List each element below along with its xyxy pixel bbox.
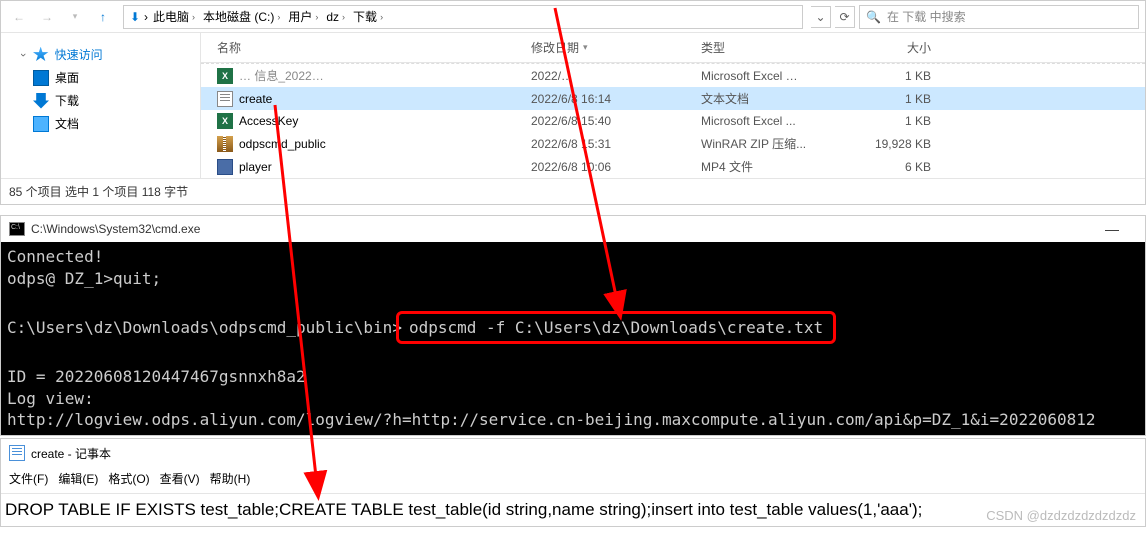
cmd-title-bar: C:\Windows\System32\cmd.exe —	[1, 216, 1145, 242]
file-size: 1 KB	[851, 69, 941, 83]
sidebar-downloads[interactable]: 下载	[1, 89, 200, 112]
file-row[interactable]: create 2022/6/8 16:14文本文档1 KB	[201, 87, 1145, 110]
cmd-text-before: Connected! odps@ DZ_1>quit;	[7, 247, 161, 288]
file-type: MP4 文件	[691, 158, 851, 175]
file-size: 1 KB	[851, 114, 941, 128]
menu-view[interactable]: 查看(V)	[160, 470, 200, 487]
cmd-title-text: C:\Windows\System32\cmd.exe	[31, 222, 200, 236]
file-list: 名称 修改日期 类型 大小 X… 信息_2022… 2022/…Microsof…	[201, 33, 1145, 178]
cmd-icon	[9, 222, 25, 236]
notepad-title-text: create - 记事本	[31, 445, 111, 462]
menu-help[interactable]: 帮助(H)	[210, 470, 251, 487]
file-type: 文本文档	[691, 90, 851, 107]
crumb-downloads[interactable]: 下载›	[350, 8, 386, 25]
zip-icon	[217, 136, 233, 152]
column-name[interactable]: 名称	[201, 33, 521, 62]
crumb-pc[interactable]: 此电脑›	[150, 8, 198, 25]
back-button[interactable]: ←	[7, 5, 31, 29]
file-size: 19,928 KB	[851, 137, 941, 151]
sidebar-quick-access[interactable]: 快速访问	[1, 43, 200, 66]
file-date: 2022/6/8 15:40	[521, 114, 691, 128]
highlighted-command: odpscmd -f C:\Users\dz\Downloads\create.…	[396, 311, 836, 345]
file-date: 2022/6/8 15:31	[521, 137, 691, 151]
menu-format[interactable]: 格式(O)	[108, 470, 149, 487]
notepad-menu: 文件(F) 编辑(E) 格式(O) 查看(V) 帮助(H)	[1, 468, 1145, 493]
document-icon	[33, 116, 49, 132]
refresh-button[interactable]: ⟳	[835, 6, 855, 28]
cmd-text-after: ID = 20220608120447467gsnnxh8a2 Log view…	[7, 367, 1096, 429]
file-date: 2022/6/8 16:14	[521, 92, 691, 106]
file-name: player	[239, 160, 272, 174]
file-type: Microsoft Excel ...	[691, 114, 851, 128]
crumb-users[interactable]: 用户›	[285, 8, 321, 25]
file-name: AccessKey	[239, 114, 298, 128]
chevron-right-icon: ›	[144, 10, 148, 24]
xls-icon: X	[217, 113, 233, 129]
file-size: 6 KB	[851, 160, 941, 174]
address-bar: ← → ▾ ↑ ⬇ › 此电脑› 本地磁盘 (C:)› 用户› dz› 下载› …	[1, 1, 1145, 33]
column-date[interactable]: 修改日期	[521, 33, 691, 62]
search-icon: 🔍	[866, 10, 881, 24]
file-name: odpscmd_public	[239, 137, 326, 151]
menu-edit[interactable]: 编辑(E)	[58, 470, 98, 487]
file-row[interactable]: player 2022/6/8 10:06MP4 文件6 KB	[201, 155, 1145, 178]
file-row[interactable]: odpscmd_public 2022/6/8 15:31WinRAR ZIP 压…	[201, 132, 1145, 155]
txt-icon	[217, 91, 233, 107]
sidebar-item-label: 快速访问	[55, 46, 103, 63]
file-type: WinRAR ZIP 压缩...	[691, 135, 851, 152]
sidebar-item-label: 桌面	[55, 69, 79, 86]
menu-file[interactable]: 文件(F)	[9, 470, 48, 487]
sidebar-item-label: 文档	[55, 115, 79, 132]
file-name: create	[239, 92, 272, 106]
notepad-icon	[9, 445, 25, 461]
sidebar-documents[interactable]: 文档	[1, 112, 200, 135]
search-input[interactable]: 🔍 在 下载 中搜索	[859, 5, 1139, 29]
file-explorer-window: ← → ▾ ↑ ⬇ › 此电脑› 本地磁盘 (C:)› 用户› dz› 下载› …	[0, 0, 1146, 205]
forward-button[interactable]: →	[35, 5, 59, 29]
mp4-icon	[217, 159, 233, 175]
notepad-window: create - 记事本 文件(F) 编辑(E) 格式(O) 查看(V) 帮助(…	[0, 438, 1146, 527]
notepad-content[interactable]: DROP TABLE IF EXISTS test_table;CREATE T…	[1, 493, 1145, 526]
desktop-icon	[33, 70, 49, 86]
column-headers: 名称 修改日期 类型 大小	[201, 33, 1145, 63]
column-size[interactable]: 大小	[851, 33, 941, 62]
file-date: 2022/6/8 10:06	[521, 160, 691, 174]
sidebar: 快速访问 桌面 下载 文档	[1, 33, 201, 178]
file-row[interactable]: X … 信息_2022… 2022/…Microsoft Excel …1 KB	[201, 63, 1145, 87]
file-type: Microsoft Excel …	[691, 69, 851, 83]
address-dropdown[interactable]: ⌄	[811, 6, 831, 28]
notepad-title-bar: create - 记事本	[1, 439, 1145, 468]
cmd-prompt: C:\Users\dz\Downloads\odpscmd_public\bin…	[7, 318, 402, 337]
minimize-button[interactable]: —	[1087, 221, 1137, 237]
sidebar-desktop[interactable]: 桌面	[1, 66, 200, 89]
xls-icon: X	[217, 68, 233, 84]
file-date: 2022/…	[521, 69, 691, 83]
file-size: 1 KB	[851, 92, 941, 106]
watermark: CSDN @dzdzdzdzdzdzdz	[986, 508, 1136, 523]
download-icon	[33, 93, 49, 109]
recent-dropdown[interactable]: ▾	[63, 5, 87, 29]
cmd-window: C:\Windows\System32\cmd.exe — Connected!…	[0, 215, 1146, 436]
status-bar: 85 个项目 选中 1 个项目 118 字节	[1, 178, 1145, 204]
file-row[interactable]: X AccessKey 2022/6/8 15:40Microsoft Excel …	[201, 110, 1145, 132]
breadcrumb[interactable]: ⬇ › 此电脑› 本地磁盘 (C:)› 用户› dz› 下载›	[123, 5, 803, 29]
arrow-down-icon[interactable]: ⬇	[128, 5, 142, 29]
crumb-dz[interactable]: dz›	[323, 10, 348, 24]
up-button[interactable]: ↑	[91, 5, 115, 29]
crumb-drive[interactable]: 本地磁盘 (C:)›	[200, 8, 283, 25]
column-type[interactable]: 类型	[691, 33, 851, 62]
search-placeholder: 在 下载 中搜索	[887, 8, 966, 25]
star-icon	[33, 47, 49, 63]
cmd-output[interactable]: Connected! odps@ DZ_1>quit; C:\Users\dz\…	[1, 242, 1145, 435]
file-name: … 信息_2022…	[239, 67, 324, 84]
sidebar-item-label: 下载	[55, 92, 79, 109]
